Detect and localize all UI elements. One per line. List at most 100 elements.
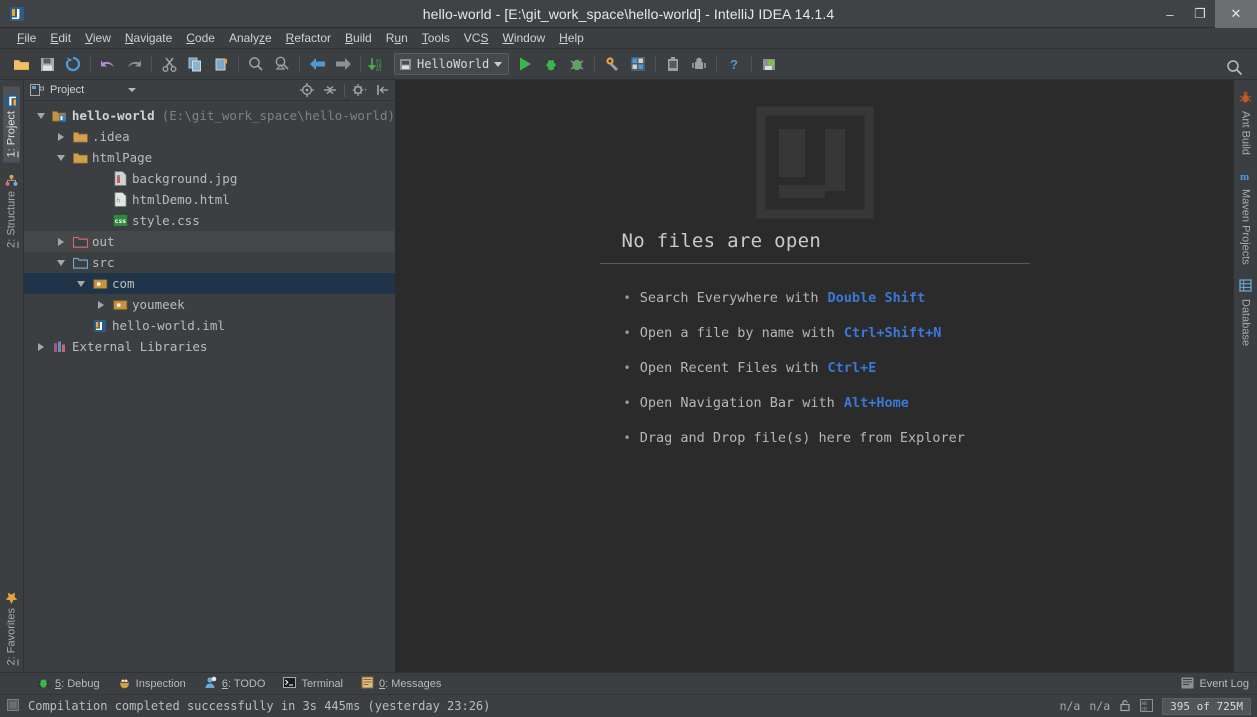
memory-indicator[interactable]: 395 of 725M (1162, 698, 1251, 715)
tree-node-label: hello-world.iml (112, 318, 225, 333)
redo-icon[interactable] (121, 52, 147, 76)
tree-node-hello-world[interactable]: hello-world(E:\git_work_space\hello-worl… (24, 105, 395, 126)
bottom-tool-button-6-todo[interactable]: 6: TODO (195, 676, 275, 692)
bottom-tool-button-terminal[interactable]: Terminal (274, 676, 352, 692)
help-icon[interactable]: ? (721, 52, 747, 76)
svg-text:css: css (114, 217, 126, 225)
copy-icon[interactable] (182, 52, 208, 76)
tree-node-external-libraries[interactable]: External Libraries (24, 336, 395, 357)
menu-item-file[interactable]: File (10, 29, 43, 47)
settings-gear-icon[interactable] (351, 82, 368, 98)
menu-item-edit[interactable]: Edit (43, 29, 78, 47)
project-structure-icon[interactable] (625, 52, 651, 76)
menu-item-help[interactable]: Help (552, 29, 591, 47)
tool-window-button-label: Database (1240, 299, 1252, 346)
chevron-down-icon[interactable] (52, 155, 70, 161)
bottom-tool-button-5-debug[interactable]: 5: Debug (28, 676, 109, 692)
run-icon[interactable] (512, 52, 538, 76)
status-message: Compilation completed successfully in 3s… (28, 699, 490, 713)
tree-node-htmlpage[interactable]: htmlPage (24, 147, 395, 168)
package-icon (90, 277, 110, 291)
editor-tip-shortcut: Ctrl+Shift+N (844, 325, 942, 341)
paste-icon[interactable] (208, 52, 234, 76)
tree-node-background-jpg[interactable]: background.jpg (24, 168, 395, 189)
chevron-down-icon[interactable] (128, 88, 136, 92)
back-icon[interactable] (304, 52, 330, 76)
project-tool-window: Project hello-world(E:\git_work_space\he… (24, 80, 396, 672)
cut-icon[interactable] (156, 52, 182, 76)
forward-icon[interactable] (330, 52, 356, 76)
lock-icon[interactable] (1119, 697, 1131, 716)
avd-manager-icon[interactable] (686, 52, 712, 76)
tree-node-youmeek[interactable]: youmeek (24, 294, 395, 315)
chevron-right-icon[interactable] (92, 301, 110, 309)
maximize-button[interactable]: ❐ (1185, 0, 1215, 28)
sync-icon[interactable] (60, 52, 86, 76)
menu-item-run[interactable]: Run (379, 29, 415, 47)
open-folder-icon[interactable] (8, 52, 34, 76)
chevron-right-icon[interactable] (32, 343, 50, 351)
tree-node-style-css[interactable]: cssstyle.css (24, 210, 395, 231)
compile-icon[interactable]: 011001 (365, 52, 391, 76)
tool-window-button-database[interactable]: Database (1237, 274, 1254, 351)
debug-icon[interactable] (538, 52, 564, 76)
menu-item-view[interactable]: View (78, 29, 118, 47)
run-configuration-selector[interactable]: HelloWorld (394, 53, 509, 75)
find-replace-icon[interactable] (269, 52, 295, 76)
menu-item-navigate[interactable]: Navigate (118, 29, 179, 47)
tool-window-button-ant-build[interactable]: Ant Build (1237, 86, 1254, 160)
structure-icon (5, 171, 18, 187)
tool-window-button-label: 1: Project (6, 111, 18, 157)
tree-node-htmldemo-html[interactable]: hhtmlDemo.html (24, 189, 395, 210)
menu-item-vcs[interactable]: VCS (457, 29, 496, 47)
run-config-label: HelloWorld (417, 57, 489, 71)
locate-target-icon[interactable] (298, 82, 315, 98)
editor-area[interactable]: No files are open •Search Everywhere wit… (396, 80, 1233, 672)
bottom-tool-button-inspection[interactable]: Inspection (109, 676, 195, 692)
menu-item-analyze[interactable]: Analyze (222, 29, 279, 47)
encoding-icon[interactable]: ABCD (1140, 697, 1153, 716)
tool-window-button-maven-projects[interactable]: mMaven Projects (1237, 164, 1254, 270)
find-icon[interactable] (243, 52, 269, 76)
status-toggle-icon[interactable] (6, 697, 20, 716)
tree-node-hello-world-iml[interactable]: hello-world.iml (24, 315, 395, 336)
tool-window-button-1-project[interactable]: 1: Project (3, 86, 20, 162)
sdk-manager-icon[interactable] (660, 52, 686, 76)
settings-icon[interactable] (599, 52, 625, 76)
undo-icon[interactable] (95, 52, 121, 76)
tool-window-button-2-structure[interactable]: 2: Structure (3, 166, 20, 253)
tool-window-button-2-favorites[interactable]: 2: Favorites (3, 583, 20, 670)
menu-item-build[interactable]: Build (338, 29, 379, 47)
menu-item-tools[interactable]: Tools (415, 29, 457, 47)
tree-node--idea[interactable]: .idea (24, 126, 395, 147)
save-android-icon[interactable] (756, 52, 782, 76)
tree-node-out[interactable]: out (24, 231, 395, 252)
search-everywhere-icon[interactable] (1221, 55, 1247, 79)
chevron-down-icon[interactable] (72, 281, 90, 287)
chevron-right-icon[interactable] (52, 133, 70, 141)
minimize-button[interactable]: – (1155, 0, 1185, 28)
chevron-right-icon[interactable] (52, 238, 70, 246)
bottom-tool-button-0-messages[interactable]: 0: Messages (352, 676, 450, 692)
hide-panel-icon[interactable] (374, 82, 391, 98)
event-log-button[interactable]: Event Log (1181, 674, 1249, 693)
tree-node-com[interactable]: com (24, 273, 395, 294)
chevron-down-icon[interactable] (52, 260, 70, 266)
chevron-down-icon[interactable] (494, 62, 502, 67)
line-separator-indicator[interactable]: n/a (1089, 699, 1110, 713)
caret-position-indicator[interactable]: n/a (1060, 699, 1081, 713)
project-panel-title: Project (50, 84, 84, 96)
editor-tip: •Open a file by name withCtrl+Shift+N (624, 325, 1030, 341)
run-with-coverage-icon[interactable] (564, 52, 590, 76)
chevron-down-icon[interactable] (32, 113, 50, 119)
close-button[interactable]: ✕ (1215, 0, 1257, 28)
tree-node-label: htmlPage (92, 150, 152, 165)
memory-label: 395 of 725M (1170, 700, 1243, 713)
tree-node-src[interactable]: src (24, 252, 395, 273)
collapse-all-icon[interactable] (321, 82, 338, 98)
project-tree[interactable]: hello-world(E:\git_work_space\hello-worl… (24, 101, 395, 672)
menu-item-window[interactable]: Window (495, 29, 552, 47)
menu-item-refactor[interactable]: Refactor (279, 29, 338, 47)
save-all-icon[interactable] (34, 52, 60, 76)
menu-item-code[interactable]: Code (179, 29, 222, 47)
